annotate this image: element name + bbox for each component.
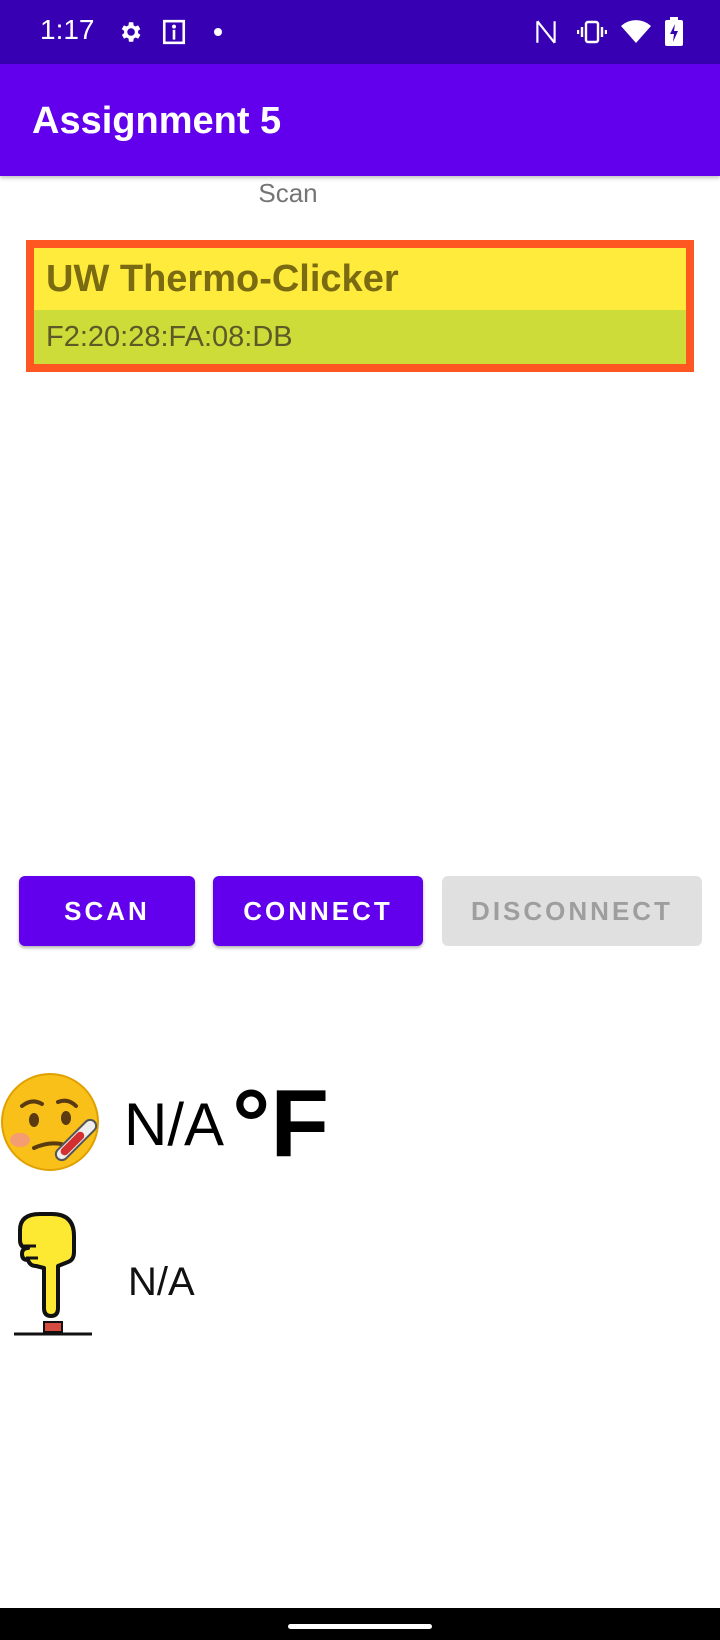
device-name: UW Thermo-Clicker [34, 248, 686, 310]
settings-icon [114, 16, 146, 48]
navigation-bar [0, 1608, 720, 1640]
vibrate-icon [576, 16, 608, 48]
temperature-unit: °F [232, 1070, 330, 1177]
nfc-icon [530, 16, 562, 48]
scan-button[interactable]: SCAN [19, 876, 195, 946]
notification-dot-icon [202, 16, 234, 48]
face-with-thermometer-icon [0, 1070, 104, 1174]
disconnect-button[interactable]: DISCONNECT [442, 876, 702, 946]
device-address: F2:20:28:FA:08:DB [46, 321, 293, 353]
status-time: 1:17 [40, 14, 95, 45]
connect-button[interactable]: CONNECT [213, 876, 423, 946]
status-bar: 1:17 [0, 0, 720, 64]
clicker-value: N/A [128, 1260, 195, 1304]
pointing-down-button-icon [10, 1210, 96, 1340]
wifi-icon [620, 16, 652, 48]
temperature-value: N/A [124, 1091, 225, 1158]
home-gesture-handle[interactable] [288, 1624, 432, 1629]
battery-charging-icon [658, 16, 690, 48]
app-bar: Assignment 5 [0, 64, 720, 176]
scan-section-label: Scan [258, 178, 318, 208]
accessibility-icon [158, 16, 190, 48]
app-title: Assignment 5 [32, 100, 282, 142]
device-list-item[interactable]: UW Thermo-Clicker F2:20:28:FA:08:DB [26, 240, 694, 372]
